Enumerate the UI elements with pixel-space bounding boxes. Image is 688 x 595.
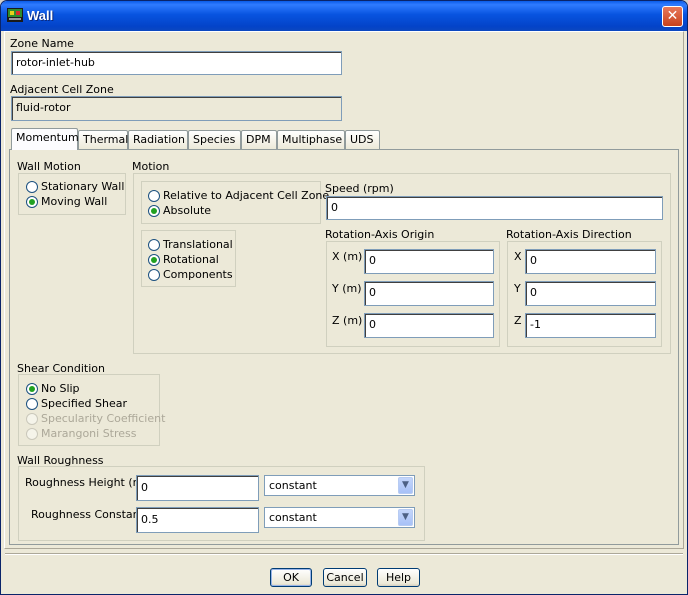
direction-y-input[interactable]: 0 xyxy=(525,281,656,306)
radio-marangoni-stress: Marangoni Stress xyxy=(26,427,137,441)
radio-indicator xyxy=(148,239,160,251)
origin-y-input[interactable]: 0 xyxy=(364,281,494,306)
motion-label: Motion xyxy=(132,160,170,173)
adjacent-cell-zone-field: fluid-rotor xyxy=(11,96,342,121)
tab-dpm[interactable]: DPM xyxy=(241,130,277,149)
radio-label: Translational xyxy=(163,238,233,251)
radio-label: Rotational xyxy=(163,253,219,266)
radio-indicator xyxy=(26,413,38,425)
roughness-constant-label: Roughness Constant xyxy=(31,508,144,521)
window-title: Wall xyxy=(27,8,54,23)
radio-label: Marangoni Stress xyxy=(41,427,137,440)
title-bar[interactable]: Wall ✕ xyxy=(1,1,687,31)
fluent-app-icon xyxy=(7,8,23,22)
radio-moving-wall[interactable]: Moving Wall xyxy=(26,195,107,209)
tab-strip: Momentum Thermal Radiation Species DPM M… xyxy=(11,128,411,151)
origin-x-input[interactable]: 0 xyxy=(364,249,494,274)
direction-z-label: Z xyxy=(514,314,522,327)
radio-components[interactable]: Components xyxy=(148,268,233,282)
zone-name-input[interactable]: rotor-inlet-hub xyxy=(11,51,342,75)
radio-label: Relative to Adjacent Cell Zone xyxy=(163,189,330,202)
adjacent-cell-zone-label: Adjacent Cell Zone xyxy=(10,83,114,96)
radio-indicator xyxy=(26,428,38,440)
radio-indicator xyxy=(26,383,38,395)
roughness-constant-input[interactable]: 0.5 xyxy=(136,507,259,533)
radio-indicator xyxy=(148,269,160,281)
direction-x-input[interactable]: 0 xyxy=(525,249,656,274)
origin-y-label: Y (m) xyxy=(332,282,362,295)
origin-x-label: X (m) xyxy=(332,250,363,263)
radio-label: Components xyxy=(163,268,233,281)
roughness-constant-method-select[interactable]: constant ▼ xyxy=(264,507,415,528)
tab-multiphase[interactable]: Multiphase xyxy=(277,130,345,149)
help-button[interactable]: Help xyxy=(377,568,420,587)
direction-y-label: Y xyxy=(514,282,521,295)
radio-indicator xyxy=(26,181,38,193)
radio-indicator xyxy=(148,205,160,217)
select-value: constant xyxy=(269,479,317,492)
radio-no-slip[interactable]: No Slip xyxy=(26,382,80,396)
radio-specularity-coefficient: Specularity Coefficient xyxy=(26,412,165,426)
speed-label: Speed (rpm) xyxy=(325,182,394,195)
radio-label: Specified Shear xyxy=(41,397,127,410)
speed-input[interactable]: 0 xyxy=(326,196,663,220)
direction-x-label: X xyxy=(514,250,522,263)
radio-specified-shear[interactable]: Specified Shear xyxy=(26,397,127,411)
chevron-down-icon[interactable]: ▼ xyxy=(398,477,413,494)
radio-label: No Slip xyxy=(41,382,80,395)
radio-indicator xyxy=(148,254,160,266)
wall-motion-label: Wall Motion xyxy=(17,160,81,173)
direction-z-input[interactable]: -1 xyxy=(525,313,656,338)
origin-z-label: Z (m) xyxy=(332,314,363,327)
zone-name-label: Zone Name xyxy=(10,37,74,50)
roughness-height-label: Roughness Height (m) xyxy=(25,476,148,489)
radio-translational[interactable]: Translational xyxy=(148,238,233,252)
ok-button[interactable]: OK xyxy=(270,568,312,587)
tab-uds[interactable]: UDS xyxy=(345,130,380,149)
radio-stationary-wall[interactable]: Stationary Wall xyxy=(26,180,124,194)
wall-dialog: Wall ✕ Zone Name rotor-inlet-hub Adjacen… xyxy=(0,0,688,595)
radio-indicator xyxy=(26,196,38,208)
rotation-axis-origin-label: Rotation-Axis Origin xyxy=(325,228,435,241)
radio-relative-to-adjacent[interactable]: Relative to Adjacent Cell Zone xyxy=(148,189,329,203)
radio-absolute[interactable]: Absolute xyxy=(148,204,211,218)
tab-thermal[interactable]: Thermal xyxy=(78,130,128,149)
radio-indicator xyxy=(148,190,160,202)
roughness-height-input[interactable]: 0 xyxy=(136,475,259,501)
radio-label: Moving Wall xyxy=(41,195,108,208)
rotation-axis-direction-label: Rotation-Axis Direction xyxy=(506,228,632,241)
radio-label: Specularity Coefficient xyxy=(41,412,166,425)
radio-indicator xyxy=(26,398,38,410)
button-separator xyxy=(5,553,683,555)
select-value: constant xyxy=(269,511,317,524)
roughness-height-method-select[interactable]: constant ▼ xyxy=(264,475,415,496)
tab-radiation[interactable]: Radiation xyxy=(128,130,188,149)
radio-rotational[interactable]: Rotational xyxy=(148,253,219,267)
origin-z-input[interactable]: 0 xyxy=(364,313,494,338)
tab-momentum[interactable]: Momentum xyxy=(11,128,79,150)
radio-label: Stationary Wall xyxy=(41,180,125,193)
radio-label: Absolute xyxy=(163,204,212,217)
tab-species[interactable]: Species xyxy=(188,130,241,149)
cancel-button[interactable]: Cancel xyxy=(323,568,367,587)
chevron-down-icon[interactable]: ▼ xyxy=(398,509,413,526)
close-button[interactable]: ✕ xyxy=(662,6,683,27)
